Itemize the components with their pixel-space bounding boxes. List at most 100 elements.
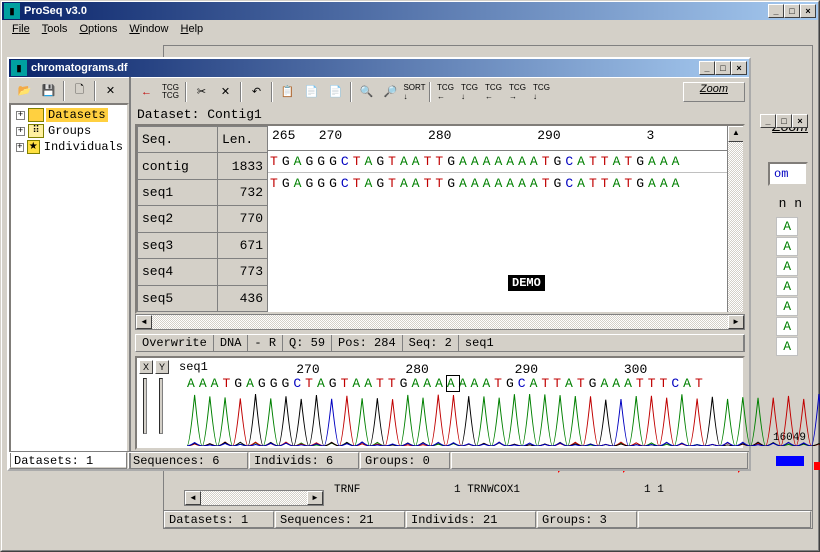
zoom-icon[interactable]: 🔎 — [379, 81, 402, 103]
tcg4-icon[interactable]: TCG→ — [506, 81, 529, 103]
scroll-up-icon[interactable]: ▲ — [728, 126, 744, 142]
chrom-x-button[interactable]: X — [139, 360, 153, 374]
dataset-label: Dataset: Contig1 — [131, 105, 749, 124]
chromatogram-panel[interactable]: X Y seq1 270 280 290 300 AAATGAGGGCTAGTA… — [135, 356, 745, 450]
align-icon[interactable]: TCGTCG — [159, 81, 182, 103]
menu-help[interactable]: Help — [175, 22, 210, 36]
maximize-button[interactable]: □ — [784, 4, 800, 18]
tcg5-icon[interactable]: TCG↓ — [530, 81, 553, 103]
sort-icon[interactable]: SORT↓ — [403, 81, 426, 103]
new-icon[interactable]: 🗋 — [68, 80, 91, 102]
delete-icon[interactable]: ✕ — [99, 80, 122, 102]
groups-icon: ⠿ — [28, 124, 44, 138]
seq-len: 732 — [218, 179, 268, 205]
seq-name[interactable]: seq2 — [138, 206, 218, 232]
zoom-button[interactable]: Zoom — [683, 82, 745, 102]
tree-toolbar: 📂 💾 🗋 ✕ — [9, 77, 129, 103]
seq-scrollbar-h[interactable]: ◄ ► — [135, 314, 745, 330]
info-mode: Overwrite — [136, 335, 214, 351]
bg-close-button[interactable]: × — [792, 114, 808, 128]
tcg1-icon[interactable]: TCG← — [434, 81, 457, 103]
main-toolbar: ← TCGTCG ✂ ✕ ↶ 📋 📄 📄 🔍 🔎 SORT↓ — [131, 77, 749, 105]
bg-trnw: 1 TRNWCOX1 — [454, 484, 520, 496]
tree-panel[interactable]: + Datasets + ⠿ Groups + ★ Individuals — [9, 103, 129, 469]
col-len[interactable]: Len. — [218, 127, 268, 153]
seq-bases-row[interactable]: TGAGGGCTAGTAATTGAAAAAAATGCATTATGAAA — [268, 151, 727, 172]
info-q: Q: 59 — [283, 335, 332, 351]
app-titlebar[interactable]: ▮ ProSeq v3.0 _ □ × — [2, 2, 818, 20]
scroll-right-icon[interactable]: ► — [307, 491, 323, 505]
bg-max-button[interactable]: □ — [776, 114, 792, 128]
tree-item-individuals[interactable]: + ★ Individuals — [13, 139, 125, 155]
open-icon[interactable]: 📂 — [13, 80, 36, 102]
bg-min-button[interactable]: _ — [760, 114, 776, 128]
seq-name[interactable]: seq1 — [138, 179, 218, 205]
seq-len: 770 — [218, 206, 268, 232]
chrom-slider-x[interactable] — [143, 378, 147, 434]
doc-icon: ▮ — [11, 60, 27, 76]
chrom-y-button[interactable]: Y — [155, 360, 169, 374]
status-individs: Individs: 6 — [249, 452, 359, 469]
bg-status-groups: Groups: 3 — [537, 511, 637, 528]
bg-window-controls: _ □ × — [760, 114, 808, 128]
seq-name[interactable]: seq5 — [138, 285, 218, 311]
paste-icon[interactable]: 📄 — [300, 81, 323, 103]
find-icon[interactable]: 🔍 — [355, 81, 378, 103]
sequence-grid[interactable]: Seq.Len. contig1833 seq1732 seq2770 seq3… — [135, 124, 745, 314]
seq-name[interactable]: seq3 — [138, 232, 218, 258]
scroll-left-icon[interactable]: ◄ — [136, 315, 152, 329]
bg-trnf: TRNF — [334, 484, 360, 496]
paste2-icon[interactable]: 📄 — [324, 81, 347, 103]
info-bar: Overwrite DNA - R Q: 59 Pos: 284 Seq: 2 … — [135, 334, 745, 352]
seq-name[interactable]: seq4 — [138, 259, 218, 285]
tree-item-groups[interactable]: + ⠿ Groups — [13, 123, 125, 139]
scroll-left-icon[interactable]: ◄ — [185, 491, 201, 505]
tree-item-datasets[interactable]: + Datasets — [13, 107, 125, 123]
cut-icon[interactable]: ✂ — [190, 81, 213, 103]
folder-icon — [28, 108, 44, 122]
doc-close-button[interactable]: × — [731, 61, 747, 75]
tcg2-icon[interactable]: TCG↓ — [458, 81, 481, 103]
scroll-right-icon[interactable]: ► — [728, 315, 744, 329]
bg-base-col: A A A A A A A — [776, 216, 798, 357]
individuals-icon: ★ — [27, 140, 40, 154]
seq-bases-row[interactable]: TGAGGGCTAGTAATTGAAAAAAATGCATTATGAAA — [268, 173, 727, 194]
bg-statusbar: Datasets: 1 Sequences: 21 Individs: 21 G… — [164, 510, 812, 528]
seq-len: 436 — [218, 285, 268, 311]
menu-file[interactable]: File — [6, 22, 36, 36]
doc-minimize-button[interactable]: _ — [699, 61, 715, 75]
chrom-slider-y[interactable] — [159, 378, 163, 434]
expand-icon[interactable]: + — [16, 111, 25, 120]
doc-title: chromatograms.df — [29, 62, 699, 74]
bg-one: 1 1 — [644, 484, 664, 496]
menu-tools[interactable]: Tools — [36, 22, 74, 36]
menu-options[interactable]: Options — [73, 22, 123, 36]
bg-nn: n n — [779, 196, 802, 211]
save-icon[interactable]: 💾 — [37, 80, 60, 102]
minimize-button[interactable]: _ — [768, 4, 784, 18]
expand-icon[interactable]: + — [16, 143, 24, 152]
tree-label: Individuals — [42, 140, 125, 154]
info-r: - R — [248, 335, 283, 351]
seq-name[interactable]: contig — [138, 153, 218, 179]
menu-window[interactable]: Window — [123, 22, 174, 36]
tree-label: Groups — [46, 124, 93, 138]
info-seqnum: Seq: 2 — [403, 335, 459, 351]
undo-icon[interactable]: ↶ — [245, 81, 268, 103]
doc-titlebar[interactable]: ▮ chromatograms.df _ □ × — [9, 59, 749, 77]
app-icon: ▮ — [4, 3, 20, 19]
bg-scrollbar[interactable]: ◄ ► — [184, 490, 324, 506]
doc-maximize-button[interactable]: □ — [715, 61, 731, 75]
bg-status-individs: Individs: 21 — [406, 511, 536, 528]
clear-icon[interactable]: ✕ — [214, 81, 237, 103]
tcg3-icon[interactable]: TCG← — [482, 81, 505, 103]
copy-icon[interactable]: 📋 — [276, 81, 299, 103]
seq-name-table: Seq.Len. contig1833 seq1732 seq2770 seq3… — [137, 126, 268, 312]
back-icon[interactable]: ← — [135, 81, 158, 103]
expand-icon[interactable]: + — [16, 127, 25, 136]
col-seq[interactable]: Seq. — [138, 127, 218, 153]
seq-scrollbar-v[interactable]: ▲ — [727, 126, 743, 312]
doc-window: ▮ chromatograms.df _ □ × 📂 💾 🗋 ✕ — [7, 57, 751, 471]
close-button[interactable]: × — [800, 4, 816, 18]
bg-status-sequences: Sequences: 21 — [275, 511, 405, 528]
